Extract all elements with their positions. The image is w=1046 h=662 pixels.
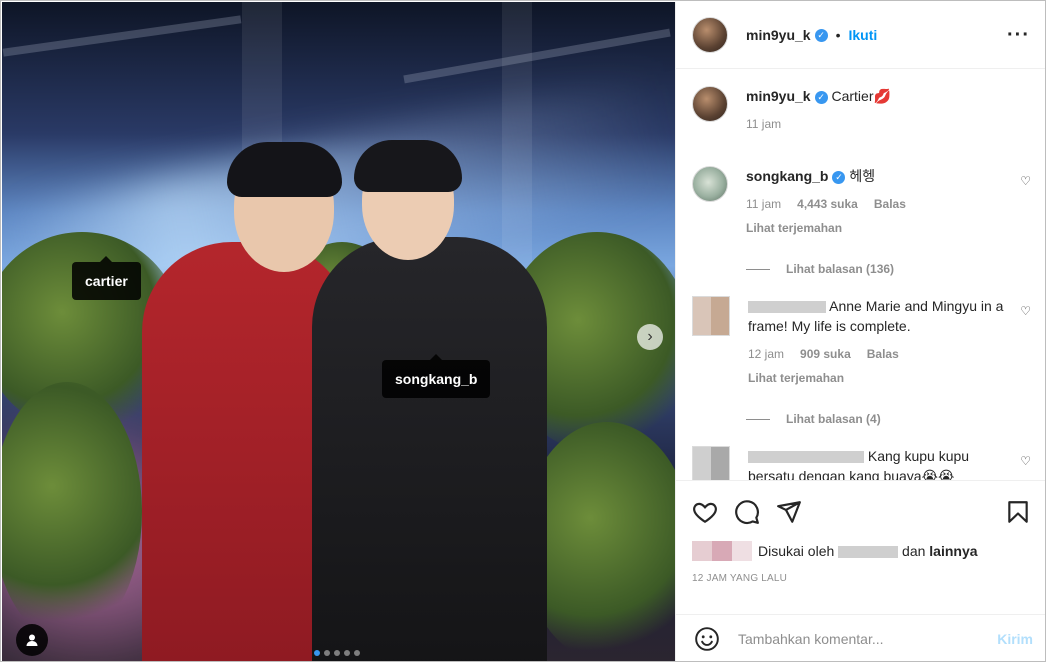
heart-icon[interactable]: ♡ bbox=[1020, 304, 1031, 318]
comment-likes[interactable]: 4,443 suka bbox=[797, 194, 858, 214]
share-icon[interactable] bbox=[776, 499, 802, 525]
redacted-username[interactable] bbox=[838, 546, 899, 559]
photo-tag-songkang[interactable]: songkang_b bbox=[382, 354, 491, 398]
author-username[interactable]: min9yu_k bbox=[746, 27, 811, 43]
comment-body: Anne Marie and Mingyu in a frame! My lif… bbox=[748, 296, 1004, 388]
follow-button[interactable]: Ikuti bbox=[849, 27, 878, 43]
verified-icon: ✓ bbox=[814, 28, 828, 42]
post-timestamp[interactable]: 12 JAM YANG LALU bbox=[692, 573, 1031, 584]
carousel-dot bbox=[324, 650, 330, 656]
carousel-dot bbox=[314, 650, 320, 656]
separator-bullet: • bbox=[835, 27, 841, 43]
person-black-suit bbox=[312, 237, 547, 661]
comment-time[interactable]: 11 jam bbox=[746, 194, 781, 214]
heart-icon[interactable] bbox=[692, 499, 718, 525]
comment: Kang kupu kupu bersatu dengan kang buaya… bbox=[692, 446, 1031, 480]
comment: Anne Marie and Mingyu in a frame! My lif… bbox=[692, 296, 1031, 388]
divider bbox=[746, 418, 770, 420]
liked-by-and: dan bbox=[902, 543, 926, 559]
liked-by-prefix: Disukai oleh bbox=[758, 543, 835, 559]
tagged-users-button[interactable] bbox=[16, 624, 48, 656]
comment-body: Kang kupu kupu bersatu dengan kang buaya… bbox=[748, 446, 1004, 480]
reply-button[interactable]: Balas bbox=[867, 344, 899, 364]
stage-truss bbox=[2, 15, 242, 57]
liked-by-text: Disukai oleh dan lainnya bbox=[758, 543, 978, 559]
avatar[interactable] bbox=[692, 17, 728, 53]
heart-icon[interactable]: ♡ bbox=[1020, 454, 1031, 468]
photo-tag-cartier[interactable]: cartier bbox=[72, 256, 141, 300]
user-icon bbox=[26, 634, 38, 646]
bookmark-icon[interactable] bbox=[1005, 499, 1031, 525]
caption-meta: 11 jam bbox=[746, 114, 1002, 134]
more-options-icon[interactable]: ··· bbox=[1007, 24, 1030, 47]
comment-input[interactable] bbox=[738, 630, 998, 647]
view-replies-label: Lihat balasan (136) bbox=[786, 262, 895, 276]
see-translation-link[interactable]: Lihat terjemahan bbox=[746, 218, 1002, 238]
avatar[interactable] bbox=[692, 296, 730, 336]
divider bbox=[746, 268, 770, 270]
avatar[interactable] bbox=[692, 166, 728, 202]
caption-time[interactable]: 11 jam bbox=[746, 114, 781, 134]
post-photo[interactable]: cartier songkang_b › bbox=[2, 2, 675, 661]
view-replies-link[interactable]: Lihat balasan (136) bbox=[746, 262, 1031, 276]
carousel-dot bbox=[334, 650, 340, 656]
carousel-dot bbox=[344, 650, 350, 656]
liked-by-avatars bbox=[692, 541, 752, 561]
person-hair bbox=[227, 142, 342, 197]
post-comment-button[interactable]: Kirim bbox=[997, 631, 1033, 647]
caption-text: Cartier💋 bbox=[831, 88, 891, 104]
post-header: min9yu_k ✓ • Ikuti ··· bbox=[676, 2, 1045, 69]
view-replies-label: Lihat balasan (4) bbox=[786, 412, 881, 426]
view-replies-link[interactable]: Lihat balasan (4) bbox=[746, 412, 1031, 426]
carousel-indicator bbox=[314, 650, 360, 656]
avatar[interactable] bbox=[692, 446, 730, 480]
post-side-panel: min9yu_k ✓ • Ikuti ··· min9yu_k ✓ Cartier… bbox=[675, 2, 1045, 661]
post-modal: cartier songkang_b › min9yu_k ✓ • Ikuti … bbox=[0, 0, 1046, 662]
comment: songkang_b ✓ 헤헹 11 jam 4,443 suka Balas L… bbox=[692, 166, 1031, 238]
see-translation-link[interactable]: Lihat terjemahan bbox=[748, 368, 1004, 388]
add-comment-bar: Kirim bbox=[676, 614, 1045, 661]
avatar bbox=[712, 541, 732, 561]
caption-username[interactable]: min9yu_k bbox=[746, 88, 811, 104]
caption: min9yu_k ✓ Cartier💋 11 jam bbox=[692, 86, 1031, 134]
liked-by-others-link[interactable]: lainnya bbox=[929, 543, 977, 559]
comment-meta: 12 jam 909 suka Balas bbox=[748, 344, 1004, 364]
avatar bbox=[692, 541, 712, 561]
person-hair bbox=[354, 140, 462, 192]
comment-body: songkang_b ✓ 헤헹 11 jam 4,443 suka Balas L… bbox=[746, 166, 1002, 238]
emoji-icon[interactable] bbox=[694, 626, 720, 652]
redacted-username bbox=[748, 301, 826, 314]
comment-time[interactable]: 12 jam bbox=[748, 344, 784, 364]
heart-icon[interactable]: ♡ bbox=[1020, 174, 1031, 188]
carousel-dot bbox=[354, 650, 360, 656]
avatar[interactable] bbox=[692, 86, 728, 122]
chevron-right-icon[interactable]: › bbox=[637, 324, 663, 350]
redacted-username bbox=[748, 451, 864, 464]
comment-likes[interactable]: 909 suka bbox=[800, 344, 851, 364]
comments-list[interactable]: min9yu_k ✓ Cartier💋 11 jam songkang_b ✓ 헤헹… bbox=[676, 70, 1045, 480]
verified-icon: ✓ bbox=[832, 170, 846, 184]
comment-meta: 11 jam 4,443 suka Balas bbox=[746, 194, 1002, 214]
comment-username[interactable]: songkang_b bbox=[746, 168, 828, 184]
comment-icon[interactable] bbox=[734, 499, 760, 525]
stage-truss bbox=[403, 28, 671, 84]
comment-text: 헤헹 bbox=[849, 168, 876, 184]
reply-button[interactable]: Balas bbox=[874, 194, 906, 214]
verified-icon: ✓ bbox=[814, 90, 828, 104]
action-icons bbox=[692, 499, 1031, 525]
avatar bbox=[732, 541, 752, 561]
liked-by: Disukai oleh dan lainnya bbox=[692, 541, 1031, 561]
caption-body: min9yu_k ✓ Cartier💋 11 jam bbox=[746, 86, 1002, 134]
